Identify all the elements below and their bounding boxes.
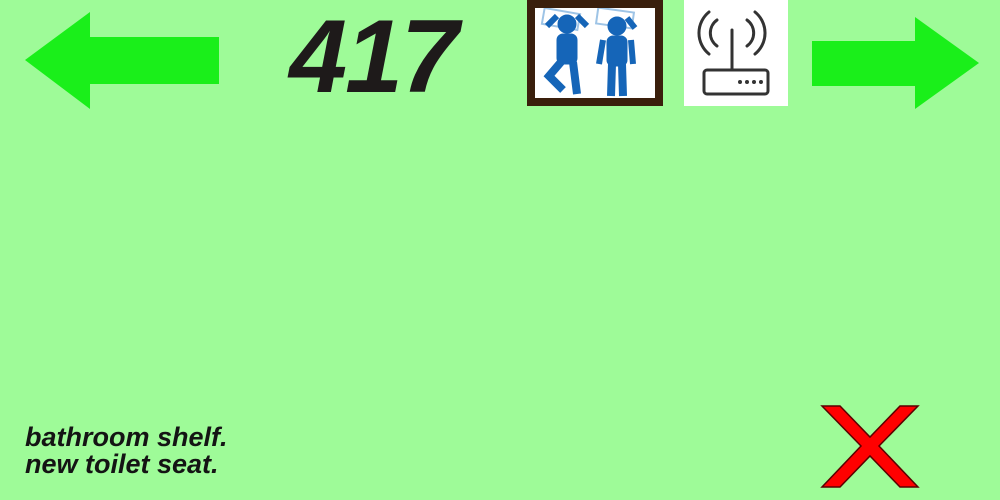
counter-value: 417 — [289, 0, 459, 115]
wifi-router-button[interactable] — [684, 0, 788, 106]
next-arrow-button[interactable] — [812, 17, 979, 109]
arrow-right-icon — [812, 17, 979, 109]
wifi-router-icon — [697, 10, 770, 96]
arrow-left-icon — [25, 12, 219, 109]
sleep-mode-button[interactable] — [527, 0, 663, 106]
notes-list: bathroom shelf. new toilet seat. — [25, 424, 228, 478]
note-line: bathroom shelf. — [25, 422, 228, 452]
close-button[interactable] — [820, 404, 920, 489]
note-line: new toilet seat. — [25, 449, 219, 479]
prev-arrow-button[interactable] — [25, 12, 219, 109]
sleeping-couple-icon — [535, 6, 655, 98]
close-x-icon — [820, 405, 920, 488]
